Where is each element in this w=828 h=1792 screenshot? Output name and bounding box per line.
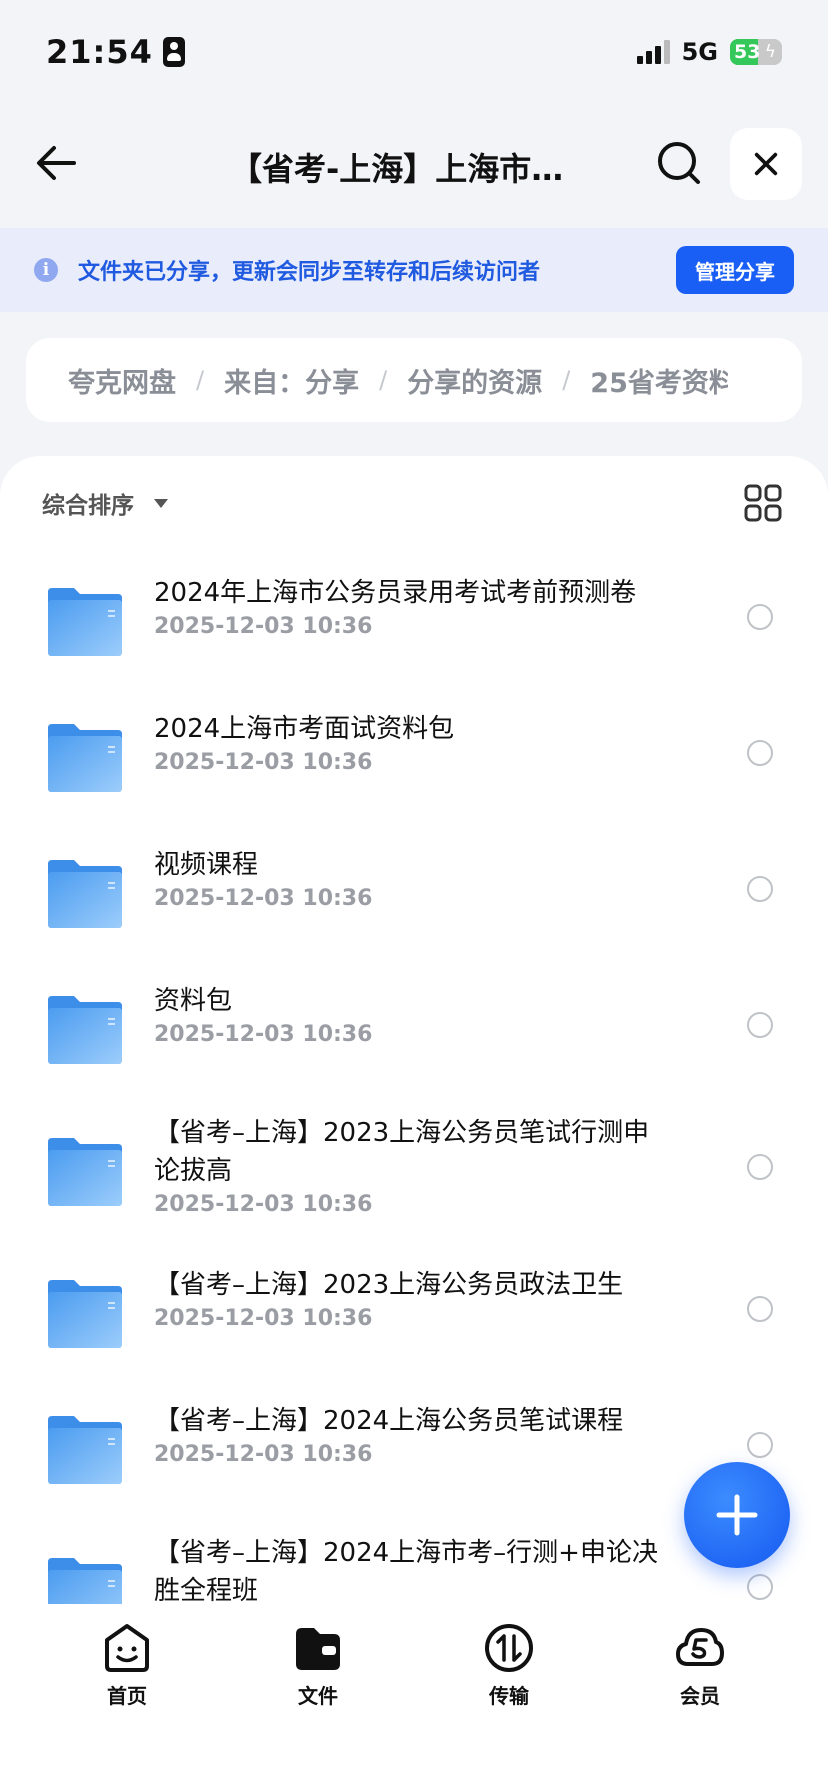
file-info: 【省考–上海】2024上海市考–行测+申论决胜全程班 xyxy=(154,1534,674,1604)
file-row[interactable]: 资料包 2025-12-03 10:36 xyxy=(0,960,828,1096)
page-title: 【省考-上海】上海市… xyxy=(230,150,564,188)
file-info: 【省考–上海】2024上海公务员笔试课程 2025-12-03 10:36 xyxy=(154,1402,674,1467)
breadcrumb-separator: / xyxy=(196,366,205,394)
tab-files-label: 文件 xyxy=(298,1684,338,1708)
file-row[interactable]: 2024上海市考面试资料包 2025-12-03 10:36 xyxy=(0,688,828,824)
file-name: 【省考–上海】2024上海公务员笔试课程 xyxy=(154,1406,624,1436)
network-type: 5G xyxy=(681,38,718,66)
tab-files[interactable]: 文件 xyxy=(268,1622,368,1709)
file-name: 【省考–上海】2023上海公务员政法卫生 xyxy=(154,1270,624,1300)
folder-icon xyxy=(48,996,122,1064)
status-bar: 21:54 5G 53 ϟ xyxy=(0,0,828,104)
file-name: 2024年上海市公务员录用考试考前预测卷 xyxy=(154,578,637,608)
home-face-icon xyxy=(105,1624,149,1672)
folder-icon xyxy=(48,1558,122,1604)
select-radio[interactable] xyxy=(747,1432,773,1458)
select-radio[interactable] xyxy=(747,1574,773,1600)
file-row[interactable]: 【省考–上海】2023上海公务员政法卫生 2025-12-03 10:36 xyxy=(0,1244,828,1380)
breadcrumb: 夸克网盘 / 来自：分享 / 分享的资源 / 25省考资料 xyxy=(26,338,802,422)
vip-cloud-icon xyxy=(676,1628,724,1666)
folder-icon xyxy=(48,1138,122,1206)
battery-percent: 53 xyxy=(734,41,761,63)
arrow-left-icon xyxy=(37,146,76,180)
file-date: 2025-12-03 10:36 xyxy=(154,1442,373,1467)
tab-home[interactable]: 首页 xyxy=(77,1622,177,1709)
file-name: 【省考–上海】2023上海公务员笔试行测申论拔高 xyxy=(154,1118,650,1186)
grid-view-button[interactable] xyxy=(744,484,782,522)
tab-transfer-label: 传输 xyxy=(489,1684,529,1708)
back-button[interactable] xyxy=(34,140,80,186)
search-button[interactable] xyxy=(656,140,702,186)
status-indicators: 5G 53 ϟ xyxy=(636,38,782,66)
file-info: 2024年上海市公务员录用考试考前预测卷 2025-12-03 10:36 xyxy=(154,574,674,639)
breadcrumb-item-root[interactable]: 夸克网盘 xyxy=(68,361,176,400)
file-info: 视频课程 2025-12-03 10:36 xyxy=(154,846,674,911)
top-navigation-bar: 【省考-上海】上海市… xyxy=(0,104,828,228)
folder-icon xyxy=(48,1280,122,1348)
file-name: 资料包 xyxy=(154,986,233,1016)
tab-vip-label: 会员 xyxy=(680,1684,720,1708)
focus-person-icon xyxy=(162,37,185,67)
select-radio[interactable] xyxy=(747,740,773,766)
file-info: 资料包 2025-12-03 10:36 xyxy=(154,982,674,1047)
folder-icon xyxy=(48,860,122,928)
breadcrumb-item-current[interactable]: 25省考资料 xyxy=(590,361,728,400)
file-row[interactable]: 【省考–上海】2023上海公务员笔试行测申论拔高 2025-12-03 10:36 xyxy=(0,1096,828,1244)
manage-share-button[interactable]: 管理分享 xyxy=(676,246,794,294)
file-list-panel: 综合排序 2024年上海市公务员录用考试考前预测卷 2025-12-03 10:3… xyxy=(0,456,828,1604)
file-list: 2024年上海市公务员录用考试考前预测卷 2025-12-03 10:36 2024… xyxy=(0,552,828,1604)
breadcrumb-item-shared-resources[interactable]: 分享的资源 xyxy=(407,361,542,400)
file-info: 2024上海市考面试资料包 2025-12-03 10:36 xyxy=(154,710,674,775)
close-icon xyxy=(754,152,778,176)
breadcrumb-separator: / xyxy=(562,366,571,394)
sort-label: 综合排序 xyxy=(42,493,134,519)
share-notice-text: 文件夹已分享，更新会同步至转存和后续访问者 xyxy=(78,260,541,285)
breadcrumb-item-from-share[interactable]: 来自：分享 xyxy=(224,361,359,400)
tab-transfer[interactable]: 传输 xyxy=(459,1622,559,1709)
file-row[interactable]: 视频课程 2025-12-03 10:36 xyxy=(0,824,828,960)
folder-icon xyxy=(48,588,122,656)
file-date: 2025-12-03 10:36 xyxy=(154,614,373,639)
file-name: 视频课程 xyxy=(154,850,259,880)
select-radio[interactable] xyxy=(747,876,773,902)
file-name: 【省考–上海】2024上海市考–行测+申论决胜全程班 xyxy=(154,1538,658,1604)
plus-icon xyxy=(716,1494,758,1536)
charging-bolt-icon: ϟ xyxy=(764,42,776,62)
file-date: 2025-12-03 10:36 xyxy=(154,1306,373,1331)
clock-text: 21:54 xyxy=(46,33,153,71)
close-button[interactable] xyxy=(730,128,802,200)
file-name: 2024上海市考面试资料包 xyxy=(154,714,455,744)
file-date: 2025-12-03 10:36 xyxy=(154,750,373,775)
search-icon xyxy=(658,142,700,184)
tab-home-label: 首页 xyxy=(107,1684,147,1708)
folder-wallet-icon xyxy=(296,1628,340,1670)
file-info: 【省考–上海】2023上海公务员笔试行测申论拔高 2025-12-03 10:36 xyxy=(154,1114,674,1217)
info-icon: i xyxy=(34,258,58,282)
select-radio[interactable] xyxy=(747,1296,773,1322)
file-date: 2025-12-03 10:36 xyxy=(154,1022,373,1047)
select-radio[interactable] xyxy=(747,604,773,630)
select-radio[interactable] xyxy=(747,1012,773,1038)
breadcrumb-separator: / xyxy=(379,366,388,394)
status-time: 21:54 xyxy=(46,33,185,71)
folder-icon xyxy=(48,1416,122,1484)
file-date: 2025-12-03 10:36 xyxy=(154,1192,373,1217)
cellular-signal-icon xyxy=(636,40,670,64)
caret-down-icon xyxy=(154,498,168,508)
add-button[interactable] xyxy=(684,1462,790,1568)
sort-dropdown[interactable]: 综合排序 xyxy=(42,486,168,520)
tab-vip[interactable]: 会员 xyxy=(650,1622,750,1709)
grid-view-icon xyxy=(744,484,782,522)
file-row[interactable]: 2024年上海市公务员录用考试考前预测卷 2025-12-03 10:36 xyxy=(0,552,828,688)
file-date: 2025-12-03 10:36 xyxy=(154,886,373,911)
share-notice-banner: i 文件夹已分享，更新会同步至转存和后续访问者 管理分享 xyxy=(0,228,828,312)
bottom-tab-bar: 首页 文件 传输 会员 xyxy=(0,1604,828,1792)
transfer-icon xyxy=(485,1624,533,1672)
select-radio[interactable] xyxy=(747,1154,773,1180)
file-info: 【省考–上海】2023上海公务员政法卫生 2025-12-03 10:36 xyxy=(154,1266,674,1331)
battery-icon: 53 ϟ xyxy=(730,39,782,65)
folder-icon xyxy=(48,724,122,792)
